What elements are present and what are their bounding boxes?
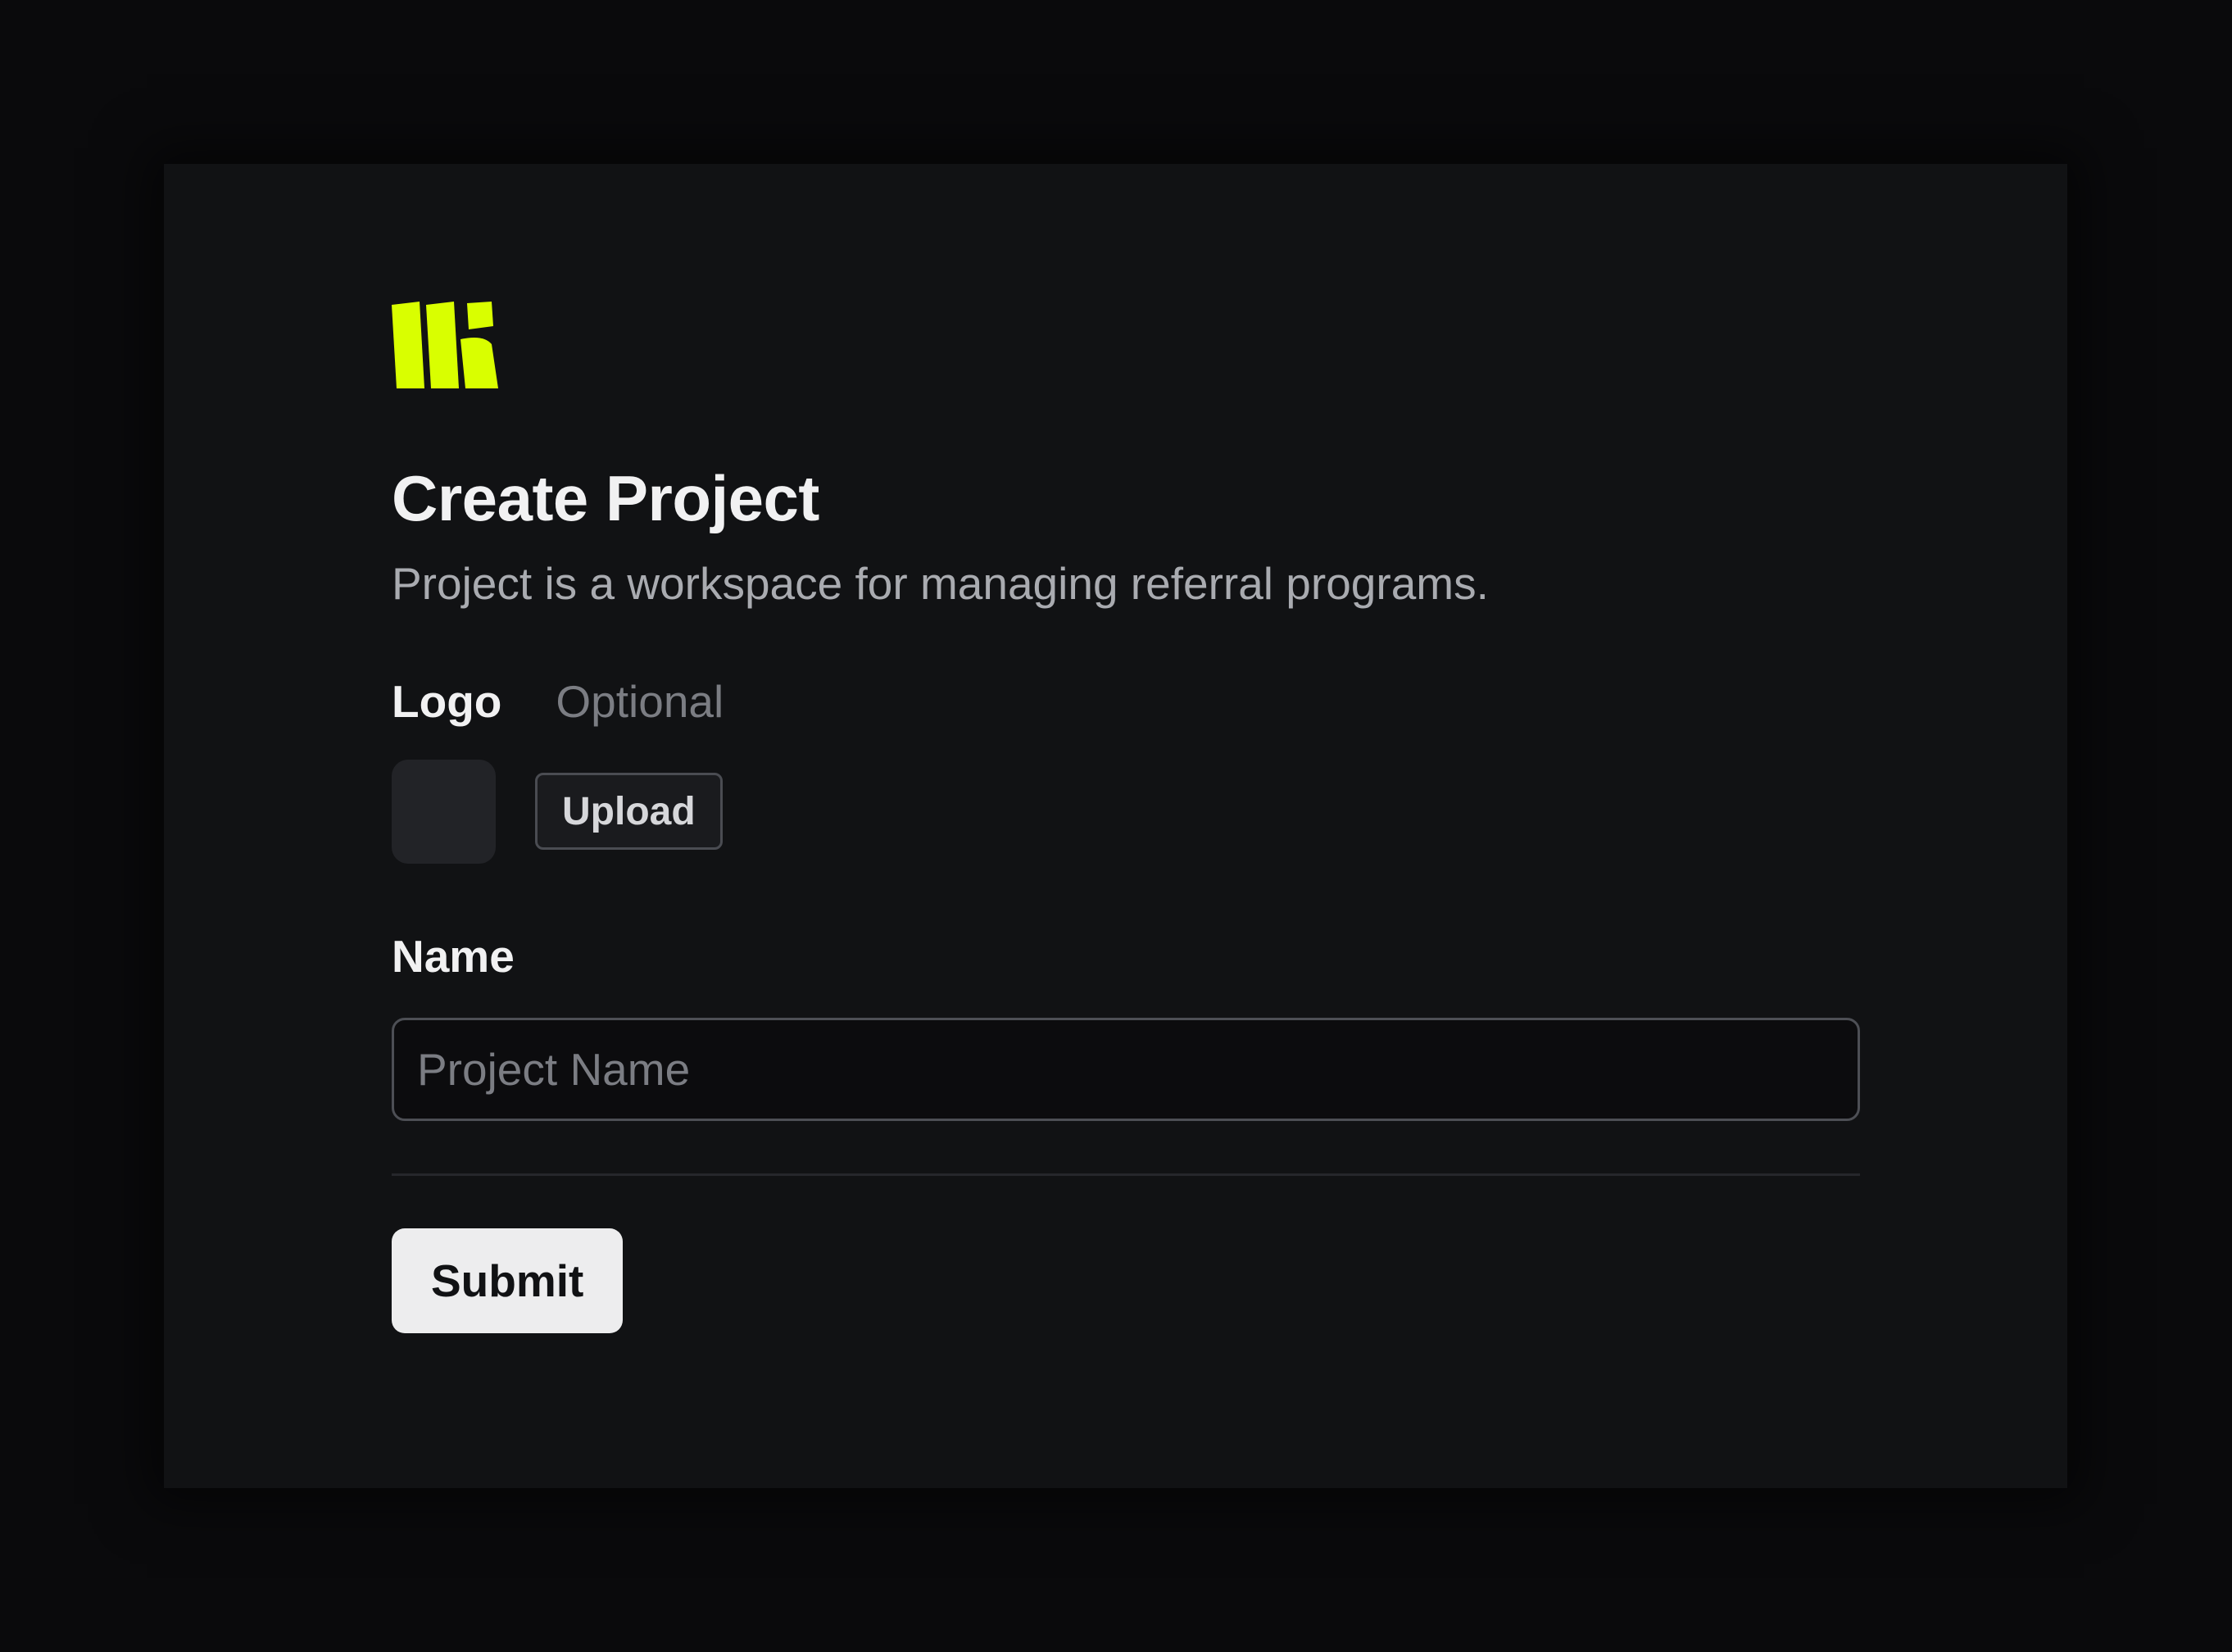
upload-button[interactable]: Upload — [535, 773, 723, 851]
brand-logo-icon — [392, 302, 498, 388]
create-project-card: Create Project Project is a workspace fo… — [164, 164, 2067, 1488]
logo-optional-label: Optional — [556, 675, 724, 727]
page-subtitle: Project is a workspace for managing refe… — [392, 557, 1489, 609]
name-field-label: Name — [392, 930, 515, 982]
submit-button[interactable]: Submit — [392, 1228, 624, 1333]
form-divider — [392, 1173, 1860, 1176]
logo-field-label: Logo — [392, 675, 502, 727]
page-title: Create Project — [392, 462, 819, 534]
project-name-input[interactable] — [392, 1017, 1860, 1121]
logo-upload-row: Upload — [392, 759, 1860, 864]
create-project-form: Create Project Project is a workspace fo… — [392, 302, 1860, 1333]
logo-preview-placeholder — [392, 759, 496, 864]
logo-field-label-row: Logo Optional — [392, 674, 1860, 728]
